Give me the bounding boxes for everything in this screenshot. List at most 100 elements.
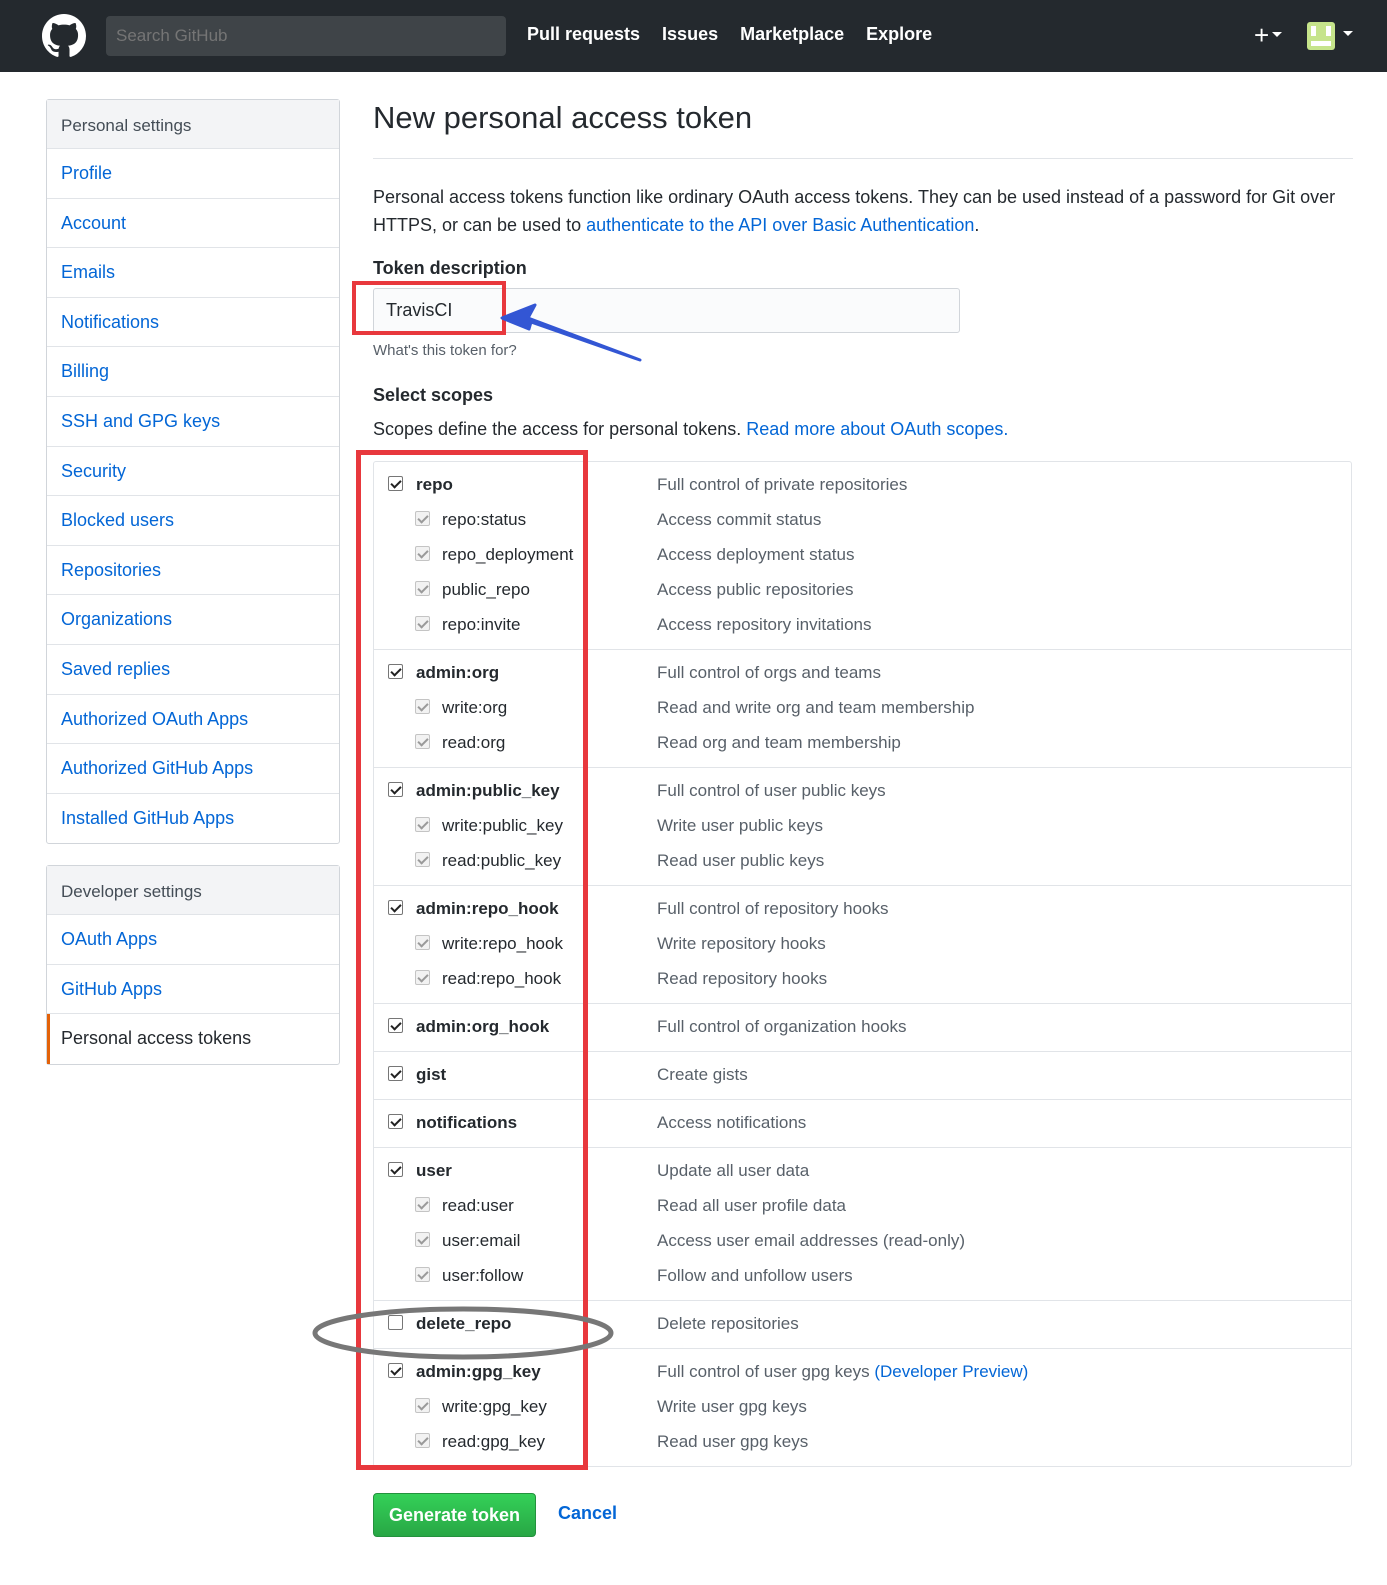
sidebar-item-security[interactable]: Security — [47, 447, 339, 497]
scope-description: Full control of repository hooks — [657, 899, 889, 919]
personal-settings-heading: Personal settings — [47, 100, 339, 149]
scope-description-text: Read user gpg keys — [657, 1432, 809, 1451]
select-scopes-label: Select scopes — [373, 385, 494, 405]
sidebar-item-personal-access-tokens[interactable]: Personal access tokens — [47, 1014, 339, 1064]
scope-description: Full control of private repositories — [657, 475, 907, 495]
sidebar-item-ssh-gpg-keys[interactable]: SSH and GPG keys — [47, 397, 339, 447]
scope-description-text: Read and write org and team membership — [657, 698, 975, 717]
sidebar-item-installed-github-apps[interactable]: Installed GitHub Apps — [47, 794, 339, 844]
caret-down-icon — [1272, 31, 1283, 37]
scope-description-text: Full control of private repositories — [657, 475, 908, 494]
scope-description-text: Update all user data — [657, 1161, 810, 1180]
scope-description: Read user gpg keys — [657, 1432, 808, 1452]
sidebar-item-repositories[interactable]: Repositories — [47, 546, 339, 596]
nav-explore[interactable]: Explore — [866, 24, 932, 45]
nav-marketplace[interactable]: Marketplace — [740, 24, 844, 45]
scope-description: Write repository hooks — [657, 934, 826, 954]
scope-description: Access repository invitations — [657, 615, 871, 635]
scope-description-text: Full control of organization hooks — [657, 1017, 907, 1036]
create-new-menu[interactable]: + — [1254, 20, 1283, 50]
scope-description: Read repository hooks — [657, 969, 827, 989]
scope-description-text: Access deployment status — [657, 545, 855, 564]
sidebar-item-authorized-github-apps[interactable]: Authorized GitHub Apps — [47, 744, 339, 794]
search-input[interactable] — [106, 16, 506, 56]
scope-description-text: Full control of orgs and teams — [657, 663, 881, 682]
scope-description-text: Delete repositories — [657, 1314, 799, 1333]
scope-description: Create gists — [657, 1065, 748, 1085]
scope-description-text: Read all user profile data — [657, 1196, 847, 1215]
sidebar-item-emails[interactable]: Emails — [47, 248, 339, 298]
sidebar-item-saved-replies[interactable]: Saved replies — [47, 645, 339, 695]
scope-description: Read user public keys — [657, 851, 824, 871]
token-description-hint: What's this token for? — [373, 342, 517, 359]
sidebar-item-organizations[interactable]: Organizations — [47, 595, 339, 645]
scope-description: Delete repositories — [657, 1314, 799, 1334]
scope-description: Access commit status — [657, 510, 821, 530]
nav-issues[interactable]: Issues — [662, 24, 718, 45]
scope-description-text: Full control of user gpg keys — [657, 1362, 875, 1381]
developer-settings-menu: Developer settings OAuth Apps GitHub App… — [46, 865, 340, 1065]
sidebar-item-authorized-oauth-apps[interactable]: Authorized OAuth Apps — [47, 695, 339, 745]
scope-description: Full control of organization hooks — [657, 1017, 906, 1037]
scope-description-text: Write repository hooks — [657, 934, 826, 953]
scope-description-text: Write user public keys — [657, 816, 823, 835]
scope-description-text: Write user gpg keys — [657, 1397, 807, 1416]
intro-text: Personal access tokens function like ord… — [373, 183, 1353, 239]
scope-description: Full control of orgs and teams — [657, 663, 881, 683]
developer-settings-heading: Developer settings — [47, 866, 339, 915]
page-title: New personal access token — [373, 100, 1353, 159]
scope-description-text: Full control of repository hooks — [657, 899, 889, 918]
main-content: New personal access token Personal acces… — [373, 100, 1353, 1537]
sidebar-item-blocked-users[interactable]: Blocked users — [47, 496, 339, 546]
developer-preview-link[interactable]: (Developer Preview) — [874, 1362, 1028, 1381]
plus-icon: + — [1254, 20, 1270, 50]
scope-description-text: Access repository invitations — [657, 615, 872, 634]
scope-description-text: Access commit status — [657, 510, 822, 529]
avatar — [1307, 22, 1335, 50]
scope-description: Access notifications — [657, 1113, 806, 1133]
scope-description-text: Follow and unfollow users — [657, 1266, 853, 1285]
nav-pull-requests[interactable]: Pull requests — [527, 24, 640, 45]
token-description-label: Token description — [373, 258, 527, 278]
annotation-box-token-description — [352, 281, 506, 335]
scope-description: Full control of user public keys — [657, 781, 886, 801]
user-menu[interactable] — [1307, 22, 1353, 50]
scope-description: Full control of user gpg keys (Developer… — [657, 1362, 1028, 1382]
scope-description-text: Read repository hooks — [657, 969, 828, 988]
intro-end: . — [974, 215, 980, 235]
sidebar-item-oauth-apps[interactable]: OAuth Apps — [47, 915, 339, 965]
caret-down-icon — [1343, 30, 1353, 36]
sidebar-item-notifications[interactable]: Notifications — [47, 298, 339, 348]
scopes-note-text: Scopes define the access for personal to… — [373, 419, 747, 439]
scope-description-text: Access user email addresses (read-only) — [657, 1231, 966, 1250]
personal-settings-menu: Personal settings Profile Account Emails… — [46, 99, 340, 845]
scope-description: Read org and team membership — [657, 733, 901, 753]
sidebar-item-account[interactable]: Account — [47, 199, 339, 249]
basic-auth-link[interactable]: authenticate to the API over Basic Authe… — [586, 215, 974, 235]
scope-description: Update all user data — [657, 1161, 809, 1181]
scope-description: Access public repositories — [657, 580, 854, 600]
generate-token-button[interactable]: Generate token — [373, 1493, 536, 1537]
top-nav: Pull requests Issues Marketplace Explore — [527, 24, 932, 45]
scope-description: Access deployment status — [657, 545, 854, 565]
github-logo-icon[interactable] — [42, 14, 86, 58]
scope-description-text: Full control of user public keys — [657, 781, 886, 800]
scope-description: Write user gpg keys — [657, 1397, 807, 1417]
top-header: Pull requests Issues Marketplace Explore… — [0, 0, 1387, 72]
oauth-scopes-link[interactable]: Read more about OAuth scopes. — [746, 419, 1008, 439]
sidebar-item-billing[interactable]: Billing — [47, 347, 339, 397]
scope-description-text: Create gists — [657, 1065, 748, 1084]
cancel-link[interactable]: Cancel — [558, 1503, 617, 1524]
scope-description-text: Access public repositories — [657, 580, 854, 599]
annotation-box-scopes — [356, 450, 588, 1470]
scope-description: Follow and unfollow users — [657, 1266, 853, 1286]
scope-description-text: Read user public keys — [657, 851, 825, 870]
scope-description-text: Access notifications — [657, 1113, 807, 1132]
scope-description: Read and write org and team membership — [657, 698, 975, 718]
sidebar-item-profile[interactable]: Profile — [47, 149, 339, 199]
sidebar-item-github-apps[interactable]: GitHub Apps — [47, 965, 339, 1015]
scope-description: Read all user profile data — [657, 1196, 846, 1216]
scope-description: Write user public keys — [657, 816, 823, 836]
scope-description-text: Read org and team membership — [657, 733, 901, 752]
scope-description: Access user email addresses (read-only) — [657, 1231, 965, 1251]
